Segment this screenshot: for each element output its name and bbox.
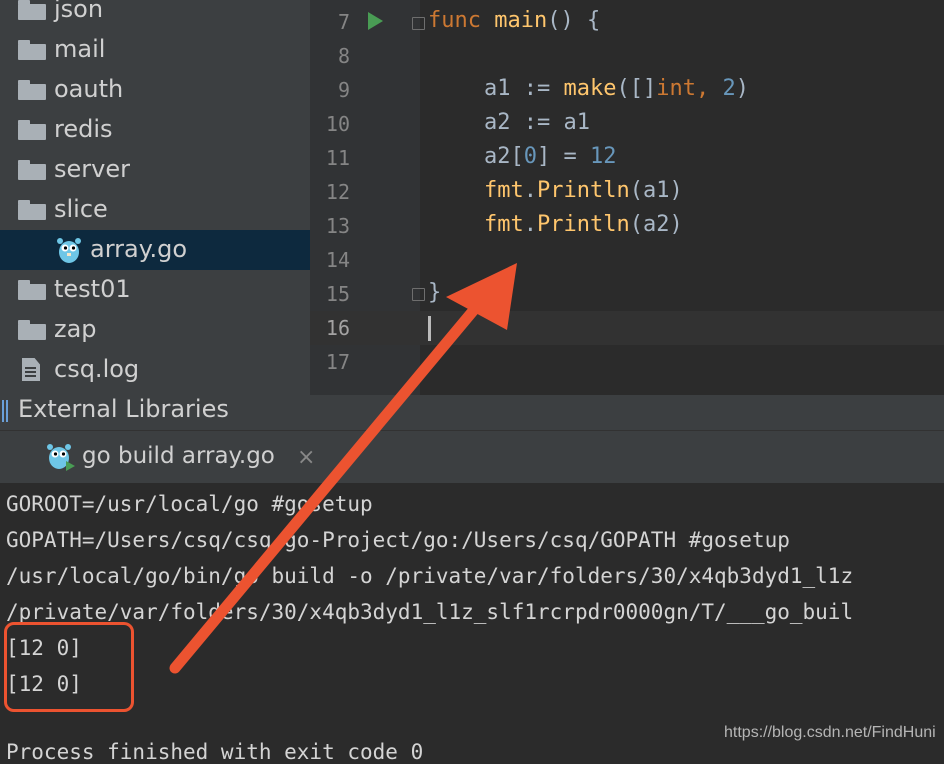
current-line-highlight <box>310 311 944 345</box>
code-text: , <box>695 76 723 101</box>
folder-icon <box>18 0 46 20</box>
builtin-function: make <box>563 76 617 101</box>
tree-folder-mail[interactable]: mail <box>0 30 310 70</box>
tree-item-label: mail <box>54 35 106 63</box>
project-tree: json mail oauth redis server slice array… <box>0 0 310 430</box>
code-text: . <box>523 178 537 203</box>
console-line: GOROOT=/usr/local/go #gosetup <box>6 492 373 516</box>
tree-item-label: redis <box>54 115 113 143</box>
tree-external-libraries[interactable]: External Libraries <box>0 390 310 430</box>
folder-icon <box>18 320 46 340</box>
close-icon[interactable]: × <box>297 445 315 470</box>
line-number: 13 <box>325 214 350 238</box>
code-text: ) <box>735 76 749 101</box>
line-number: 12 <box>325 180 350 204</box>
folder-icon <box>18 280 46 300</box>
number-literal: 12 <box>589 144 617 169</box>
tree-item-label: External Libraries <box>18 395 229 423</box>
line-number-current: 16 <box>325 316 350 340</box>
number-literal: 2 <box>722 76 736 101</box>
code-text: a1 := <box>484 76 564 101</box>
code-line-13: fmt.Println(a2) <box>484 212 683 237</box>
tree-folder-test01[interactable]: test01 <box>0 270 310 310</box>
folder-icon <box>18 160 46 180</box>
console-line: GOPATH=/Users/csq/csq-go-Project/go:/Use… <box>6 528 790 552</box>
fold-icon[interactable] <box>412 288 425 301</box>
folder-icon <box>18 40 46 60</box>
tree-item-label: json <box>54 0 104 23</box>
package-name: fmt <box>484 178 524 203</box>
tree-item-label: test01 <box>54 275 131 303</box>
watermark: https://blog.csdn.net/FindHuni <box>724 724 936 741</box>
tree-item-label: csq.log <box>54 355 140 383</box>
code-text: . <box>523 212 537 237</box>
text-file-icon <box>22 358 40 381</box>
tree-folder-redis[interactable]: redis <box>0 110 310 150</box>
code-text: a2[ <box>484 144 524 169</box>
tree-folder-slice[interactable]: slice <box>0 190 310 230</box>
output-highlight-box <box>4 622 134 712</box>
go-run-icon <box>47 444 75 471</box>
code-line-10: a2 := a1 <box>484 110 590 135</box>
tree-folder-server[interactable]: server <box>0 150 310 190</box>
tree-item-label: array.go <box>90 235 188 263</box>
drag-handle-icon[interactable] <box>0 455 6 469</box>
code-text: (a2) <box>629 212 683 237</box>
line-number: 17 <box>325 350 350 374</box>
package-name: fmt <box>484 212 524 237</box>
line-number: 8 <box>337 44 350 68</box>
tree-item-label: zap <box>54 315 97 343</box>
code-line-11: a2[0] = 12 <box>484 144 616 169</box>
function-name: main <box>494 8 548 33</box>
ide-window: json mail oauth redis server slice array… <box>0 0 944 764</box>
library-icon <box>2 400 12 422</box>
tree-folder-json[interactable]: json <box>0 0 310 30</box>
console-exit-line: Process finished with exit code 0 <box>6 740 424 764</box>
code-line-7: func main() { <box>428 8 600 33</box>
type-name: int <box>656 76 696 101</box>
tree-item-label: oauth <box>54 75 124 103</box>
fold-icon[interactable] <box>412 17 425 30</box>
line-number: 14 <box>325 248 350 272</box>
line-number: 11 <box>325 146 350 170</box>
keyword: func <box>428 8 481 33</box>
tree-file-array-go[interactable]: array.go <box>0 230 310 270</box>
tree-item-label: server <box>54 155 130 183</box>
line-number: 10 <box>325 112 350 136</box>
folder-icon <box>18 120 46 140</box>
folder-icon <box>18 200 46 220</box>
line-number: 7 <box>337 10 350 34</box>
gopher-icon <box>57 238 81 263</box>
code-text: ([] <box>616 76 657 101</box>
run-gutter-icon[interactable] <box>368 12 383 30</box>
tree-folder-oauth[interactable]: oauth <box>0 70 310 110</box>
code-text: ] = <box>537 144 590 169</box>
line-number: 15 <box>325 282 350 306</box>
line-number: 9 <box>337 78 350 102</box>
console-line: /private/var/folders/30/x4qb3dyd1_l1z_sl… <box>6 600 854 624</box>
code-text: () { <box>547 8 601 33</box>
console-line: /usr/local/go/bin/go build -o /private/v… <box>6 564 854 588</box>
text-cursor <box>428 316 431 341</box>
code-line-9: a1 := make([]int, 2) <box>484 76 749 101</box>
editor-bottom-area <box>310 395 944 430</box>
code-line-15: } <box>428 280 442 305</box>
tree-file-csq-log[interactable]: csq.log <box>0 350 310 390</box>
code-line-12: fmt.Println(a1) <box>484 178 683 203</box>
number-literal: 0 <box>523 144 537 169</box>
code-text: (a1) <box>629 178 683 203</box>
tree-item-label: slice <box>54 195 108 223</box>
function-name: Println <box>537 178 630 203</box>
tree-folder-zap[interactable]: zap <box>0 310 310 350</box>
function-name: Println <box>537 212 630 237</box>
run-tab-label: go build array.go <box>82 443 275 469</box>
folder-icon <box>18 80 46 100</box>
